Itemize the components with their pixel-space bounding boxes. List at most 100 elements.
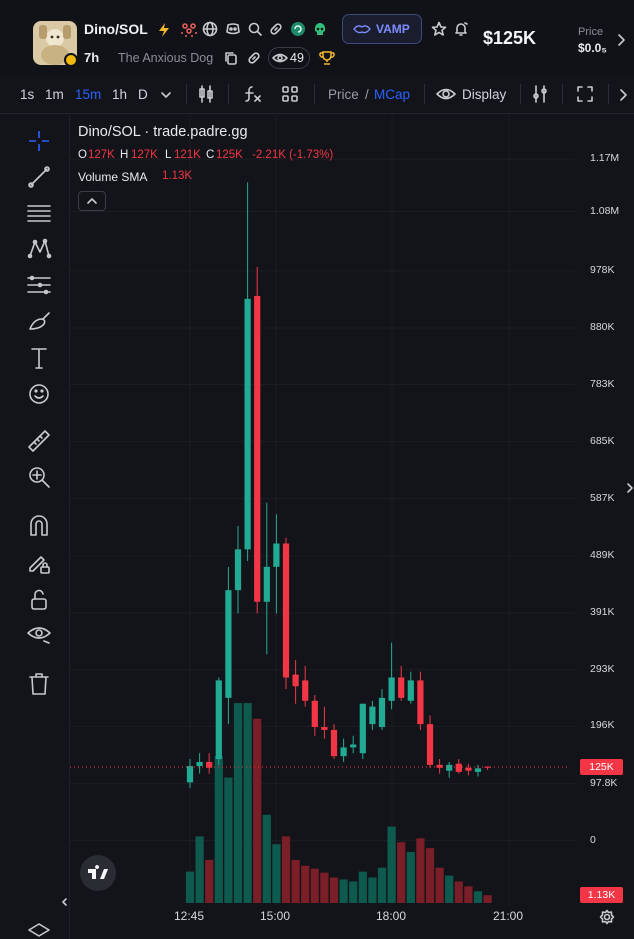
- volume-label: Volume SMA: [78, 170, 148, 184]
- volume-bar: [435, 867, 444, 903]
- y-tick-label: 293K: [590, 662, 615, 675]
- candle-body: [292, 674, 299, 687]
- chevron-right-icon[interactable]: [616, 33, 626, 47]
- candle-body: [359, 703, 366, 754]
- candle-body: [340, 747, 347, 757]
- candle-body: [388, 677, 395, 701]
- y-tick-label: 196K: [590, 719, 615, 732]
- ohlc-c-label: C: [206, 149, 215, 161]
- volume-bar: [205, 859, 214, 903]
- x-tick-label: 12:45: [174, 909, 205, 923]
- pattern-icon[interactable]: [26, 236, 52, 262]
- unlock-icon[interactable]: [26, 587, 52, 613]
- lightning-icon: [159, 23, 169, 37]
- fib-icon[interactable]: [26, 200, 52, 226]
- candle-body: [254, 295, 261, 602]
- current-price-badge: 125K: [580, 759, 623, 775]
- candles-type-icon[interactable]: [197, 84, 215, 104]
- text-icon[interactable]: [26, 345, 52, 371]
- side-panel-expand-icon[interactable]: [626, 480, 634, 496]
- interval-1h[interactable]: 1h: [112, 87, 127, 102]
- emoji-icon[interactable]: [26, 381, 52, 407]
- price-chart[interactable]: [70, 115, 634, 939]
- volume-bar: [195, 836, 204, 903]
- trophy-icon[interactable]: [319, 50, 335, 66]
- holders-icon[interactable]: [180, 22, 198, 38]
- chevron-down-icon[interactable]: [160, 89, 172, 101]
- rank-icon[interactable]: [290, 21, 306, 37]
- copy-icon[interactable]: [224, 51, 238, 65]
- zoom-in-icon[interactable]: [26, 464, 52, 490]
- candle-body: [378, 697, 386, 728]
- x-tick-label: 15:00: [260, 909, 291, 923]
- token-description: The Anxious Dog: [118, 51, 214, 65]
- search-icon[interactable]: [247, 21, 263, 37]
- candle-body: [398, 677, 405, 698]
- interval-d[interactable]: D: [138, 87, 148, 102]
- candle-body: [330, 729, 338, 757]
- candle-body: [446, 764, 453, 771]
- settings-sliders-icon[interactable]: [531, 84, 549, 104]
- candle-body: [426, 724, 434, 765]
- volume-bar: [224, 777, 233, 903]
- toggle-slash: /: [365, 87, 369, 102]
- layout-grid-icon[interactable]: [281, 85, 299, 103]
- y-tick-label: 391K: [590, 605, 615, 618]
- legend-collapse-button[interactable]: [78, 191, 106, 211]
- watchers-count: 49: [290, 51, 304, 65]
- candle-body: [196, 761, 203, 767]
- chart-settings-icon[interactable]: [599, 909, 615, 925]
- link-icon[interactable]: [247, 51, 261, 65]
- current-volume-badge: 1.13K: [580, 887, 623, 903]
- y-tick-label: 978K: [590, 263, 615, 276]
- candlesticks: [186, 182, 491, 789]
- interval-15m[interactable]: 15m: [75, 87, 101, 102]
- link-icon[interactable]: [268, 21, 284, 37]
- candle-body: [244, 298, 251, 550]
- price-toggle[interactable]: Price: [328, 87, 359, 102]
- candle-body: [186, 766, 194, 783]
- tradingview-logo[interactable]: [80, 855, 116, 891]
- volume-bar: [387, 826, 396, 903]
- globe-icon[interactable]: [202, 21, 218, 37]
- ruler-icon[interactable]: [26, 428, 52, 454]
- candle-body: [215, 680, 222, 760]
- trendline-icon[interactable]: [26, 164, 52, 190]
- chart-title: Dino/SOL · trade.padre.gg: [78, 124, 248, 140]
- candle-body: [484, 766, 491, 768]
- volume-bar: [243, 703, 252, 903]
- discord-icon[interactable]: [225, 21, 241, 37]
- candle-body: [302, 680, 309, 701]
- ohlc-h-label: H: [120, 149, 129, 161]
- brush-icon[interactable]: [26, 309, 52, 335]
- volume-bar: [377, 867, 387, 903]
- magnet-icon[interactable]: [26, 513, 52, 539]
- interval-1s[interactable]: 1s: [20, 87, 34, 102]
- candle-body: [282, 543, 290, 678]
- candle-body: [455, 763, 462, 772]
- fullscreen-icon[interactable]: [576, 85, 594, 103]
- measure-lines-icon[interactable]: [26, 272, 52, 298]
- mcap-toggle[interactable]: MCap: [374, 87, 410, 102]
- x-tick-label: 21:00: [493, 909, 524, 923]
- star-icon[interactable]: [431, 21, 447, 37]
- bell-icon[interactable]: [453, 21, 469, 37]
- display-button[interactable]: Display: [462, 87, 506, 102]
- volume-bar: [397, 842, 406, 903]
- crosshair-icon[interactable]: [26, 128, 52, 154]
- interval-1m[interactable]: 1m: [45, 87, 64, 102]
- eye-icon[interactable]: [26, 621, 52, 647]
- trash-icon[interactable]: [26, 671, 52, 697]
- volume-bar: [320, 872, 329, 903]
- chevron-right-icon[interactable]: [618, 88, 630, 102]
- lock-pencil-icon[interactable]: [26, 550, 52, 576]
- price-value: $0.0₅: [578, 41, 607, 55]
- volume-bar: [454, 881, 463, 903]
- eye-icon: [272, 53, 288, 63]
- volume-bar: [301, 865, 310, 903]
- layers-icon[interactable]: [26, 922, 52, 939]
- chevron-left-icon[interactable]: [62, 897, 68, 907]
- volume-bar: [253, 718, 262, 903]
- indicators-icon[interactable]: [243, 84, 263, 104]
- skull-icon[interactable]: [313, 21, 327, 37]
